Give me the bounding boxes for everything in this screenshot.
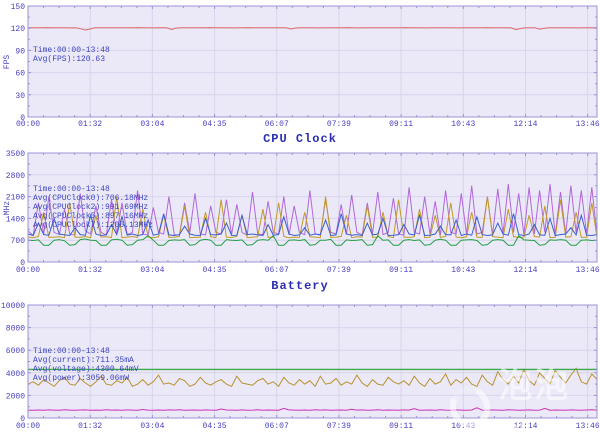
svg-text:0: 0	[20, 259, 25, 268]
svg-text:4000: 4000	[6, 370, 25, 379]
svg-text:0: 0	[20, 415, 25, 424]
cpu-clock-chart-title: CPU Clock	[0, 132, 600, 146]
svg-text:07:39: 07:39	[327, 266, 351, 275]
svg-text:06:07: 06:07	[265, 422, 289, 431]
annotation-line: Avg(CPUClock0):706.18MHz	[33, 194, 148, 203]
svg-text:04:35: 04:35	[203, 266, 227, 275]
svg-text:06:07: 06:07	[265, 266, 289, 275]
y-axis-label: FPS	[3, 55, 12, 70]
svg-text:06:07: 06:07	[265, 120, 289, 129]
svg-text:700: 700	[11, 237, 26, 246]
svg-text:10:43: 10:43	[451, 266, 475, 275]
svg-text:09:11: 09:11	[389, 120, 413, 129]
svg-text:2800: 2800	[6, 172, 25, 181]
svg-text:03:04: 03:04	[140, 422, 164, 431]
annotation-line: Time:00:00-13:48	[33, 347, 110, 356]
svg-text:13:46: 13:46	[576, 266, 600, 275]
svg-text:09:11: 09:11	[389, 422, 413, 431]
svg-text:3500: 3500	[6, 150, 25, 159]
svg-text:6000: 6000	[6, 347, 25, 356]
svg-text:10:43: 10:43	[451, 422, 475, 431]
annotation-line: Avg(CPUClock7):1206.13MHz	[33, 221, 153, 230]
annotation-line: Avg(voltage):4300.64mV	[33, 365, 139, 374]
FPS-plot: 00:0001:3203:0404:3506:0707:3909:1110:43…	[0, 0, 600, 130]
annotation-line: Avg(CPUClock2):991.69MHz	[33, 203, 148, 212]
annotation-line: Time:00:00-13:48	[33, 46, 110, 55]
svg-text:2000: 2000	[6, 392, 25, 401]
svg-text:150: 150	[11, 3, 26, 12]
annotation-line: Avg(current):711.35mA	[33, 356, 134, 365]
svg-text:60: 60	[15, 70, 25, 79]
svg-text:1400: 1400	[6, 215, 25, 224]
annotation-line: Avg(power):3059.06mW	[33, 374, 129, 383]
Battery-plot: 00:0001:3203:0404:3506:0707:3909:1110:43…	[0, 297, 600, 440]
svg-text:01:32: 01:32	[78, 422, 102, 431]
svg-text:13:46: 13:46	[576, 422, 600, 431]
svg-text:04:35: 04:35	[203, 422, 227, 431]
svg-text:120: 120	[11, 25, 26, 34]
svg-text:03:04: 03:04	[140, 120, 164, 129]
annotation-line: Avg(CPUClock5):897.16MHz	[33, 212, 148, 221]
CPU Clock-plot: 00:0001:3203:0404:3506:0707:3909:1110:43…	[0, 150, 600, 278]
battery-chart-title: Battery	[0, 279, 600, 293]
svg-text:01:32: 01:32	[78, 120, 102, 129]
svg-text:30: 30	[15, 92, 25, 101]
svg-text:12:14: 12:14	[513, 120, 537, 129]
svg-text:8000: 8000	[6, 325, 25, 334]
fps-chart: 00:0001:3203:0404:3506:0707:3909:1110:43…	[0, 0, 600, 130]
svg-text:01:32: 01:32	[78, 266, 102, 275]
svg-text:04:35: 04:35	[203, 120, 227, 129]
svg-text:13:46: 13:46	[576, 120, 600, 129]
cpu-clock-chart: 00:0001:3203:0404:3506:0707:3909:1110:43…	[0, 150, 600, 278]
svg-text:12:14: 12:14	[513, 266, 537, 275]
svg-text:0: 0	[20, 114, 25, 123]
svg-text:03:04: 03:04	[140, 266, 164, 275]
svg-text:12:14: 12:14	[513, 422, 537, 431]
y-axis-label: MHz	[3, 201, 12, 216]
svg-text:07:39: 07:39	[327, 120, 351, 129]
svg-text:90: 90	[15, 47, 25, 56]
battery-chart: 00:0001:3203:0404:3506:0707:3909:1110:43…	[0, 297, 600, 440]
annotation-line: Avg(FPS):120.63	[33, 55, 105, 64]
svg-text:10000: 10000	[1, 302, 25, 311]
svg-text:07:39: 07:39	[327, 422, 351, 431]
svg-text:09:11: 09:11	[389, 266, 413, 275]
annotation-line: Time:00:00-13:48	[33, 185, 110, 194]
svg-text:10:43: 10:43	[451, 120, 475, 129]
